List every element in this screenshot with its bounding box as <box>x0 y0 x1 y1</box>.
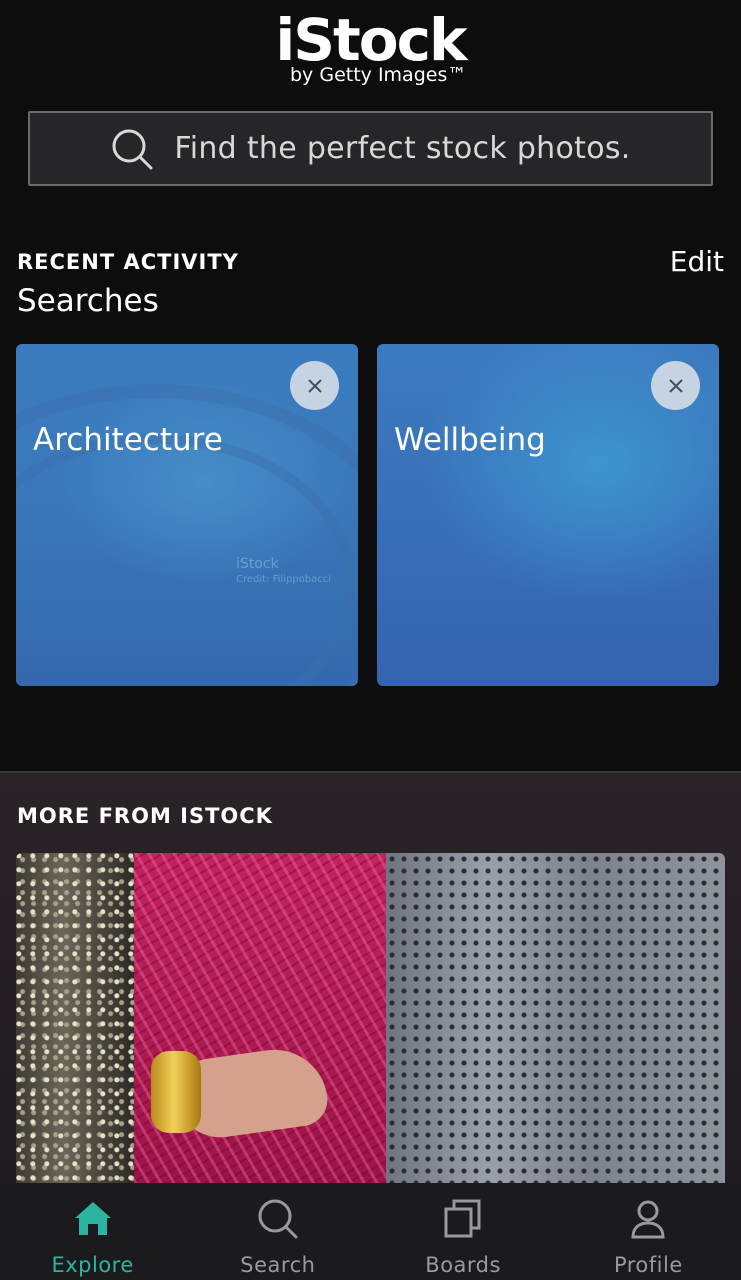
remove-search-button[interactable] <box>290 361 339 410</box>
search-icon <box>112 129 153 169</box>
card-label: Architecture <box>33 422 223 458</box>
tab-profile[interactable]: Profile <box>556 1183 741 1280</box>
card-label: Wellbeing <box>394 422 546 458</box>
fabric-pink-tweed <box>134 853 386 1183</box>
tab-explore[interactable]: Explore <box>0 1183 185 1280</box>
search-input[interactable]: Find the perfect stock photos. <box>28 111 713 186</box>
gold-bracelet-image <box>151 1051 201 1133</box>
home-icon <box>74 1202 111 1235</box>
recent-activity-heading: RECENT ACTIVITY <box>17 250 239 274</box>
featured-image-card[interactable] <box>16 853 725 1183</box>
explore-screen: iStock by Getty Images™ Find the perfect… <box>0 0 741 1280</box>
close-icon <box>668 378 683 393</box>
recent-search-card-architecture[interactable]: iStock Credit: Filippobacci Architecture <box>16 344 358 686</box>
tab-label: Explore <box>51 1253 134 1277</box>
profile-icon <box>631 1200 665 1239</box>
searches-label: Searches <box>17 283 159 319</box>
photo-watermark: iStock Credit: Filippobacci <box>236 556 332 585</box>
more-from-istock-heading: MORE FROM ISTOCK <box>17 804 273 828</box>
search-icon <box>258 1199 298 1239</box>
logo-wordmark: iStock <box>275 6 467 74</box>
tab-boards[interactable]: Boards <box>371 1183 556 1280</box>
tab-label: Boards <box>425 1253 501 1277</box>
tab-label: Search <box>240 1253 316 1277</box>
fabric-grey-tweed <box>386 853 725 1183</box>
bottom-tab-bar: Explore Search Boards Profile <box>0 1183 741 1280</box>
tab-search[interactable]: Search <box>185 1183 370 1280</box>
logo-tagline: by Getty Images™ <box>290 64 467 86</box>
boards-icon <box>444 1199 481 1238</box>
remove-search-button[interactable] <box>651 361 700 410</box>
close-icon <box>307 378 322 393</box>
fabric-floral-sleeve <box>16 853 134 1183</box>
tab-label: Profile <box>613 1253 683 1277</box>
istock-logo: iStock by Getty Images™ <box>0 6 741 86</box>
search-placeholder: Find the perfect stock photos. <box>174 131 631 166</box>
edit-button[interactable]: Edit <box>670 245 724 278</box>
recent-search-card-wellbeing[interactable]: Wellbeing <box>377 344 719 686</box>
